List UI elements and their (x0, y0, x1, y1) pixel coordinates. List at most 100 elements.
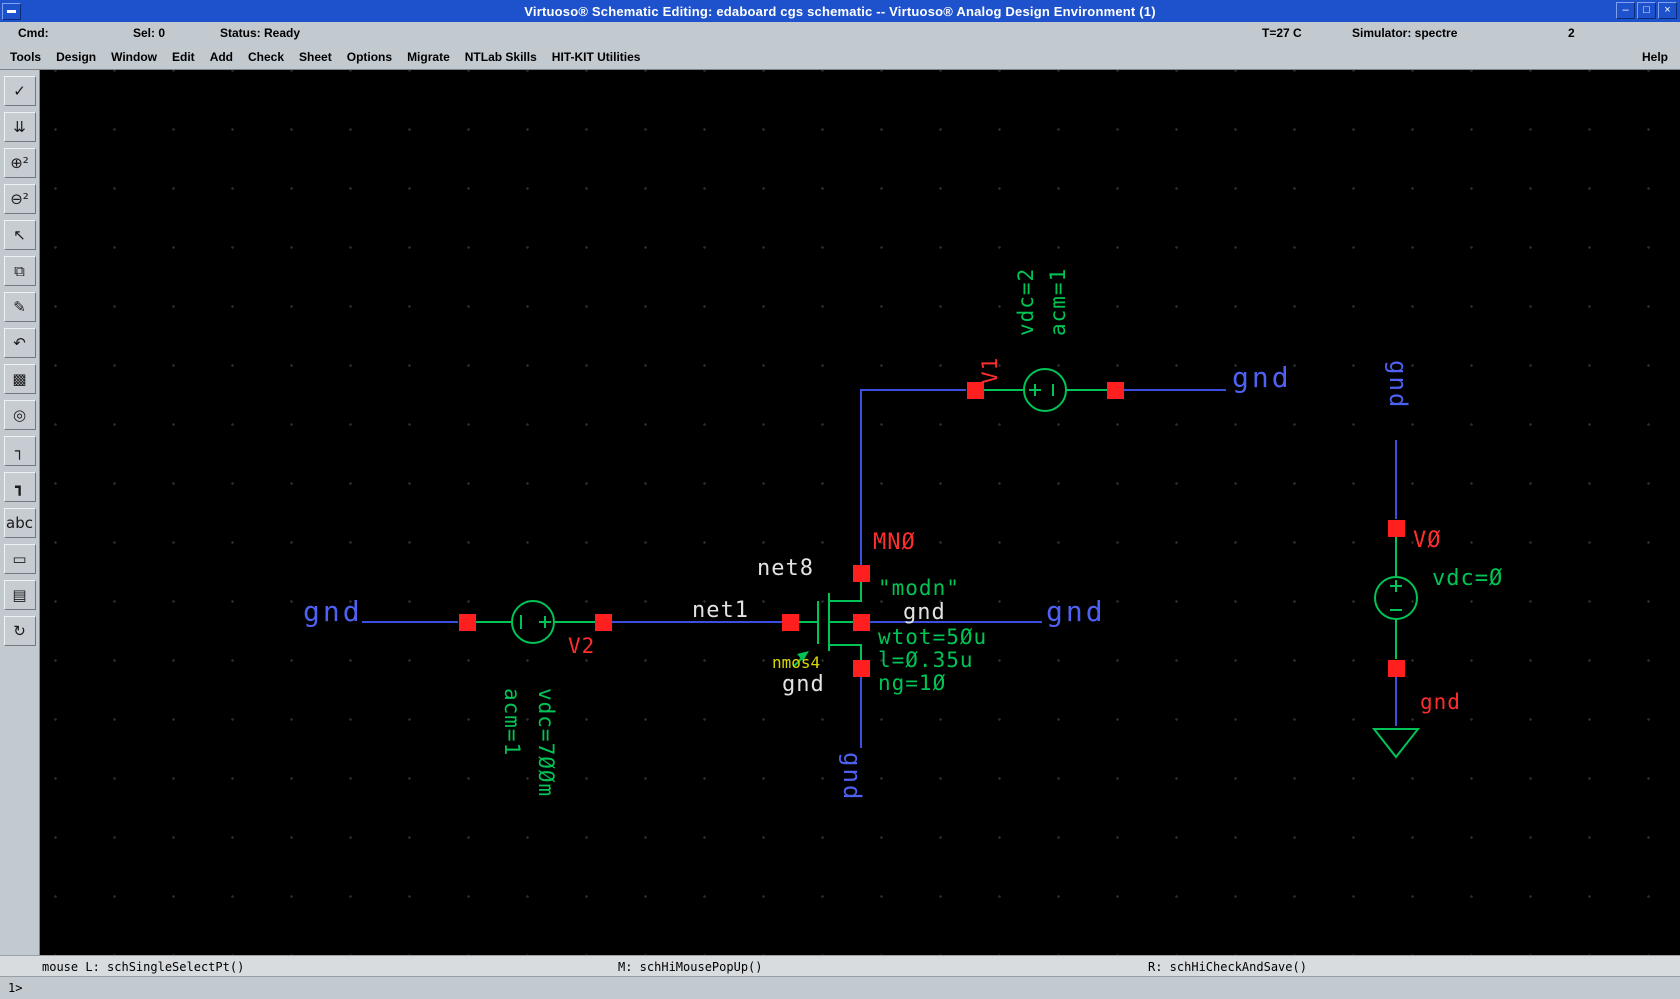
pin-mn0-source[interactable] (853, 660, 870, 677)
pin-mn0-gate[interactable] (782, 614, 799, 631)
net-label-net8[interactable]: net8 (757, 558, 814, 580)
minimize-icon: – (1622, 4, 1629, 16)
schematic-drawing (362, 368, 1421, 759)
delete-button[interactable]: ✎ (3, 292, 36, 322)
wire-narrow-icon: ┐ (14, 442, 25, 460)
v0-param-vdc[interactable]: vdc=Ø (1432, 568, 1503, 590)
v2-param-acm[interactable]: acm=1 (500, 688, 524, 756)
cmd-label: Cmd: (18, 26, 49, 40)
wire-name-button[interactable]: abc (3, 508, 36, 538)
repeat-button[interactable]: ↻ (3, 616, 36, 646)
pin-v0-neg[interactable] (1388, 660, 1405, 677)
simulator-name: Simulator: spectre (1352, 26, 1458, 40)
zoom-in-2x-button[interactable]: ⊕² (3, 148, 36, 178)
copy-icon: ⧉ (14, 262, 25, 280)
undo-button[interactable]: ↶ (3, 328, 36, 358)
window-title: Virtuoso® Schematic Editing: edaboard cg… (524, 3, 1156, 19)
options-button[interactable]: ▤ (3, 580, 36, 610)
mn0-param-wtot[interactable]: wtot=5Øu (878, 627, 987, 648)
menu-ntlab-skills[interactable]: NTLab Skills (465, 50, 537, 64)
instance-button[interactable]: ◎ (3, 400, 36, 430)
menu-check[interactable]: Check (248, 50, 284, 64)
wire-name-icon: abc (6, 514, 33, 532)
v0-plus-sign (1390, 580, 1402, 592)
pin-v2-neg[interactable] (459, 614, 476, 631)
menu-tools[interactable]: Tools (10, 50, 41, 64)
mn0-param-model[interactable]: "modn" (878, 578, 960, 599)
menu-sheet[interactable]: Sheet (299, 50, 332, 64)
maximize-button[interactable]: □ (1637, 2, 1656, 19)
v1-source-symbol[interactable] (984, 368, 1107, 412)
menu-add[interactable]: Add (210, 50, 233, 64)
pin-v1-neg[interactable] (1107, 382, 1124, 399)
stretch-button[interactable]: ↖ (3, 220, 36, 250)
prompt-text: 1> (8, 981, 23, 995)
mouse-right-binding: R: schHiCheckAndSave() (1148, 960, 1307, 974)
menu-design[interactable]: Design (56, 50, 96, 64)
v1-plus-sign (1029, 384, 1041, 396)
stretch-icon: ↖ (13, 226, 26, 244)
net-label-gnd-left[interactable]: gnd (303, 598, 363, 626)
v1-param-vdc[interactable]: vdc=2 (1014, 268, 1038, 336)
net-label-gnd-v1[interactable]: gnd (1232, 364, 1292, 392)
zoom-out-2x-button[interactable]: ⊖² (3, 184, 36, 214)
save-icon: ⇊ (13, 118, 26, 136)
pin-mn0-bulk[interactable] (853, 614, 870, 631)
net-label-gnd-source[interactable]: gnd (782, 674, 825, 696)
instance-name-v2[interactable]: V2 (568, 636, 595, 657)
mn0-param-l[interactable]: l=Ø.35u (878, 650, 974, 671)
session-number: 2 (1568, 26, 1575, 40)
ground-symbol[interactable] (1371, 728, 1421, 759)
net-label-gnd-bulk[interactable]: gnd (903, 602, 946, 624)
check-and-save-button[interactable]: ✓ (3, 76, 36, 106)
minimize-button[interactable]: – (1616, 2, 1635, 19)
v0-source-symbol[interactable] (1374, 537, 1418, 659)
menu-help[interactable]: Help (1642, 50, 1680, 64)
copy-button[interactable]: ⧉ (3, 256, 36, 286)
command-prompt-bar[interactable]: 1> (0, 976, 1680, 999)
options-icon: ▤ (12, 586, 27, 604)
v1-param-acm[interactable]: acm=1 (1046, 268, 1070, 336)
menu-edit[interactable]: Edit (172, 50, 195, 64)
repeat-icon: ↻ (13, 622, 26, 640)
menu-options[interactable]: Options (347, 50, 392, 64)
net-label-net1[interactable]: net1 (692, 600, 749, 622)
instance-name-v1[interactable]: V1 (978, 357, 1002, 384)
menu-hit-kit-utilities[interactable]: HIT-KIT Utilities (552, 50, 641, 64)
wire-wide-icon: ┓ (14, 478, 25, 496)
net-label-gnd-source-wire[interactable]: gnd (838, 752, 866, 801)
v2-param-vdc[interactable]: vdc=7ØØm (534, 688, 558, 797)
mouse-left-binding: mouse L: schSingleSelectPt() (42, 960, 245, 974)
net-label-gnd-bulk-wire[interactable]: gnd (1046, 598, 1106, 626)
menu-bar: Tools Design Window Edit Add Check Sheet… (0, 44, 1680, 70)
save-button[interactable]: ⇊ (3, 112, 36, 142)
net-label-gnd-v0-top[interactable]: gnd (1384, 360, 1412, 409)
instance-name-mn0[interactable]: MNØ (873, 532, 916, 554)
mouse-middle-binding: M: schHiMousePopUp() (618, 960, 763, 974)
selection-count: Sel: 0 (133, 26, 166, 40)
pin-v1-pos[interactable] (967, 382, 984, 399)
mouse-bindings-bar: mouse L: schSingleSelectPt() M: schHiMou… (0, 955, 1680, 977)
window-controls: – □ × (1615, 2, 1678, 19)
titlebar: Virtuoso® Schematic Editing: edaboard cg… (0, 0, 1680, 23)
pin-mn0-drain[interactable] (853, 565, 870, 582)
net-label-gnd-v0-bottom[interactable]: gnd (1420, 692, 1461, 713)
wire-narrow-button[interactable]: ┐ (3, 436, 36, 466)
status-bar: Cmd: Sel: 0 Status: Ready T=27 C Simulat… (0, 22, 1680, 44)
instance-icon: ◎ (12, 406, 27, 424)
pin-v0-pos[interactable] (1388, 520, 1405, 537)
mn0-cell-name[interactable]: nmos4 (772, 655, 820, 671)
menu-migrate[interactable]: Migrate (407, 50, 450, 64)
pin-button[interactable]: ▭ (3, 544, 36, 574)
left-toolbar: ✓ ⇊ ⊕² ⊖² ↖ ⧉ ✎ ↶ ▩ ◎ ┐ ┓ abc ▭ ▤ ↻ (0, 70, 40, 955)
pin-icon: ▭ (12, 550, 27, 568)
property-icon: ▩ (12, 370, 27, 388)
pin-v2-pos[interactable] (595, 614, 612, 631)
mn0-param-ng[interactable]: ng=1Ø (878, 673, 946, 694)
property-button[interactable]: ▩ (3, 364, 36, 394)
close-button[interactable]: × (1658, 2, 1677, 19)
instance-name-v0[interactable]: VØ (1413, 530, 1442, 552)
wire-wide-button[interactable]: ┓ (3, 472, 36, 502)
menu-window[interactable]: Window (111, 50, 157, 64)
schematic-canvas[interactable]: gnd net1 V2 acm=1 vdc=7ØØm net8 MNØ "mod… (40, 70, 1680, 955)
